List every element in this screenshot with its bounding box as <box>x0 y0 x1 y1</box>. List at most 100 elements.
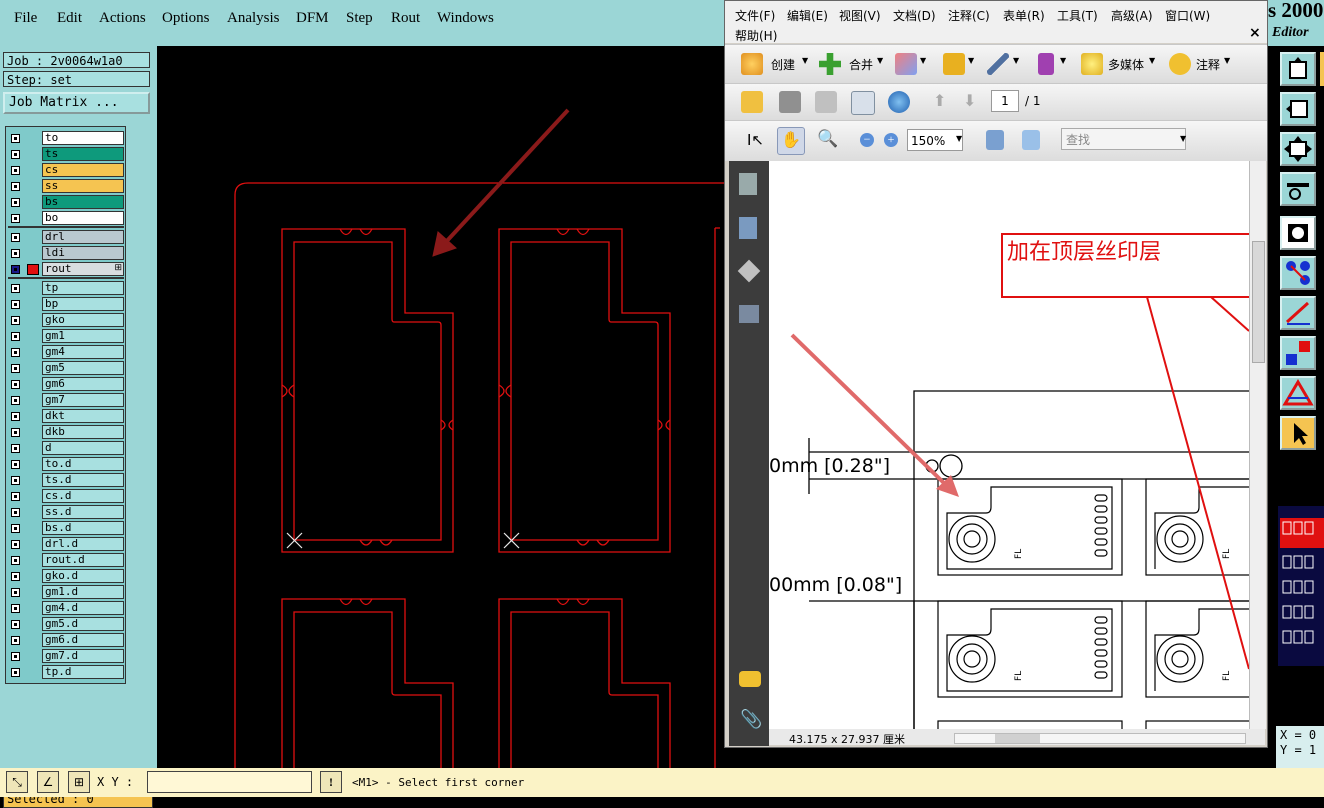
bookmarks-icon[interactable] <box>739 217 757 239</box>
next-page-icon[interactable]: ⬇ <box>963 91 976 110</box>
menu-file[interactable]: File <box>14 10 37 27</box>
layer-checkbox[interactable] <box>11 428 20 437</box>
layer-row[interactable]: gm5 <box>8 361 124 376</box>
layer-row[interactable]: bo <box>8 211 124 226</box>
layer-color-swatch[interactable] <box>27 264 39 275</box>
layer-name[interactable]: bs.d <box>42 521 124 535</box>
layer-checkbox[interactable] <box>11 150 20 159</box>
hscroll-thumb[interactable] <box>995 734 1040 743</box>
layer-checkbox[interactable] <box>11 540 20 549</box>
create-button[interactable]: 创建 <box>771 56 795 73</box>
layer-row[interactable]: tp <box>8 281 124 296</box>
xy-input[interactable] <box>147 771 312 793</box>
menu-analysis[interactable]: Analysis <box>227 10 280 27</box>
pdf-menu-edit[interactable]: 编辑(E) <box>787 7 828 24</box>
search-input[interactable]: 查找 <box>1061 128 1186 150</box>
web-icon[interactable] <box>888 91 910 113</box>
pdf-page-content[interactable]: FL FL FL FL 0mm [0.28"] 00mm [0.08"] 加在顶… <box>769 161 1249 729</box>
menu-dfm[interactable]: DFM <box>296 10 329 27</box>
layer-row[interactable]: ts.d <box>8 473 124 488</box>
pdf-menu-view[interactable]: 视图(V) <box>839 7 881 24</box>
layer-checkbox[interactable] <box>11 316 20 325</box>
graphics-canvas[interactable] <box>157 46 727 768</box>
share-icon[interactable] <box>895 53 917 75</box>
layer-checkbox[interactable] <box>11 134 20 143</box>
tool-button-4[interactable] <box>1280 172 1316 206</box>
layer-row[interactable]: cs.d <box>8 489 124 504</box>
layer-checkbox[interactable] <box>11 396 20 405</box>
layer-name[interactable]: gm1 <box>42 329 124 343</box>
layer-name[interactable]: tp <box>42 281 124 295</box>
layer-row[interactable]: drl.d <box>8 537 124 552</box>
layer-row[interactable]: bp <box>8 297 124 312</box>
layer-name[interactable]: to <box>42 131 124 145</box>
layer-checkbox[interactable] <box>11 332 20 341</box>
multimedia-button[interactable]: 多媒体 <box>1108 56 1144 73</box>
layer-checkbox[interactable] <box>11 249 20 258</box>
menu-windows[interactable]: Windows <box>437 10 494 27</box>
pdf-horizontal-scrollbar[interactable] <box>954 733 1246 744</box>
layer-checkbox[interactable] <box>11 265 20 274</box>
layer-checkbox[interactable] <box>11 198 20 207</box>
layer-checkbox[interactable] <box>11 233 20 242</box>
layer-checkbox[interactable] <box>11 524 20 533</box>
layer-row[interactable]: gm5.d <box>8 617 124 632</box>
layer-name[interactable]: bo <box>42 211 124 225</box>
tool-button-1[interactable] <box>1280 52 1316 86</box>
layer-name[interactable]: to.d <box>42 457 124 471</box>
layer-row[interactable]: gko <box>8 313 124 328</box>
menu-actions[interactable]: Actions <box>99 10 146 27</box>
signatures-icon[interactable] <box>739 305 759 323</box>
attachments-icon[interactable]: 📎 <box>740 709 762 730</box>
menu-rout[interactable]: Rout <box>391 10 420 27</box>
layer-row[interactable]: dkb <box>8 425 124 440</box>
layer-name[interactable]: gm5.d <box>42 617 124 631</box>
lock-icon[interactable] <box>943 53 965 75</box>
layer-row[interactable]: rout ⊞ <box>8 262 124 277</box>
fit-width-icon[interactable] <box>1022 130 1040 150</box>
layer-row[interactable]: gm7.d <box>8 649 124 664</box>
pdf-vertical-scrollbar[interactable] <box>1249 161 1266 729</box>
layer-row[interactable]: gm4.d <box>8 601 124 616</box>
layer-name[interactable]: rout <box>42 262 124 276</box>
layer-name[interactable]: gm4.d <box>42 601 124 615</box>
zoom-level-select[interactable]: 150% <box>907 129 963 151</box>
layer-row[interactable]: gm6 <box>8 377 124 392</box>
close-icon[interactable]: × <box>1249 25 1261 41</box>
layer-checkbox[interactable] <box>11 556 20 565</box>
zoom-fit-icon[interactable]: ⤡ <box>6 771 28 793</box>
open-folder-icon[interactable] <box>741 91 763 113</box>
layer-name[interactable]: drl.d <box>42 537 124 551</box>
layer-checkbox[interactable] <box>11 182 20 191</box>
pdf-menu-comment[interactable]: 注释(C) <box>948 7 990 24</box>
layer-row[interactable]: ss <box>8 179 124 194</box>
fit-page-icon[interactable] <box>986 130 1004 150</box>
tool-button-7[interactable] <box>1280 296 1316 330</box>
email-icon[interactable] <box>851 91 875 115</box>
save-icon[interactable] <box>815 91 837 113</box>
layer-name[interactable]: dkb <box>42 425 124 439</box>
layer-row[interactable]: bs <box>8 195 124 210</box>
tool-button-9[interactable] <box>1280 376 1316 410</box>
layer-checkbox[interactable] <box>11 348 20 357</box>
layer-row[interactable]: bs.d <box>8 521 124 536</box>
layer-row[interactable]: tp.d <box>8 665 124 680</box>
pdf-menu-file[interactable]: 文件(F) <box>735 7 775 24</box>
layer-name[interactable]: ss.d <box>42 505 124 519</box>
layer-name[interactable]: rout.d <box>42 553 124 567</box>
pdf-menu-help[interactable]: 帮助(H) <box>735 27 777 44</box>
layer-name[interactable]: gm6.d <box>42 633 124 647</box>
tool-button-2[interactable] <box>1280 92 1316 126</box>
layer-row[interactable]: gm4 <box>8 345 124 360</box>
layer-name[interactable]: gm7.d <box>42 649 124 663</box>
grid-icon[interactable]: ⊞ <box>68 771 90 793</box>
zoom-in-icon[interactable]: + <box>884 133 898 147</box>
layer-name[interactable]: ss <box>42 179 124 193</box>
print-icon[interactable] <box>779 91 801 113</box>
combine-button[interactable]: 合并 <box>849 56 873 73</box>
page-number-input[interactable]: 1 <box>991 90 1019 112</box>
layer-name[interactable]: ts.d <box>42 473 124 487</box>
layer-checkbox[interactable] <box>11 588 20 597</box>
layer-row[interactable]: ldi <box>8 246 124 261</box>
layer-row[interactable]: gm1.d <box>8 585 124 600</box>
